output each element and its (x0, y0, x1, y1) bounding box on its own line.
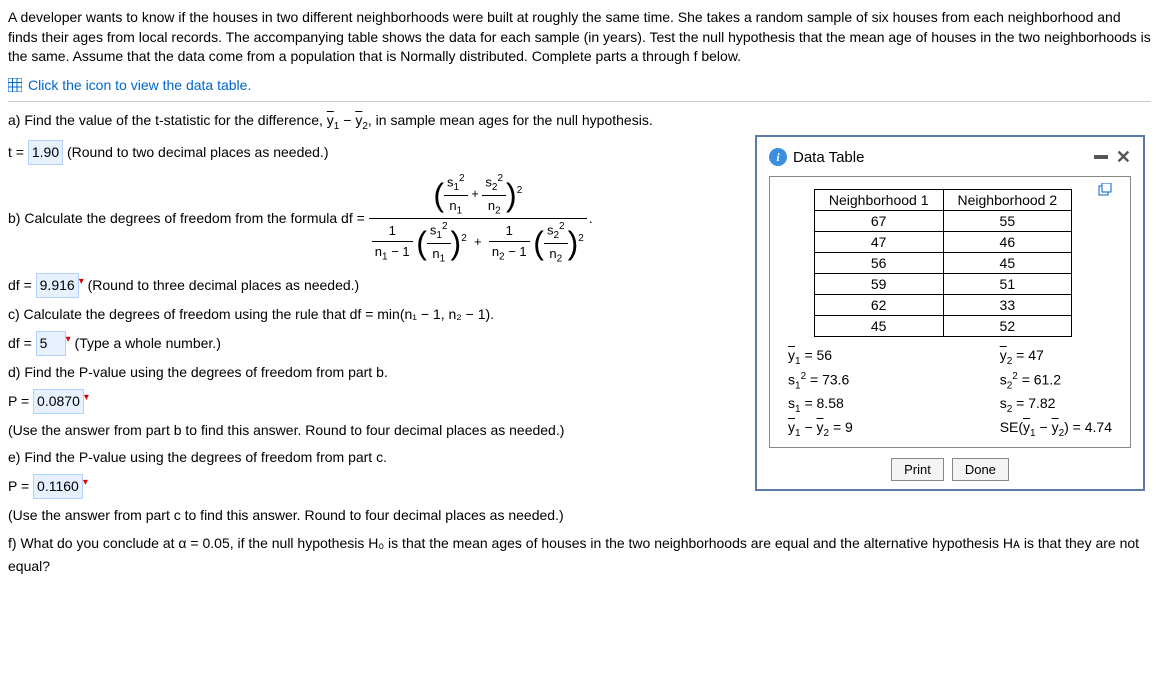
problem-intro: A developer wants to know if the houses … (8, 8, 1151, 67)
table-header: Neighborhood 1 (814, 189, 943, 210)
stat-value: s22 = 61.2 (1000, 371, 1112, 391)
part-b-answer-line: df = 9.916▾ (Round to three decimal plac… (8, 273, 748, 298)
validation-mark-icon: ▾ (66, 334, 71, 345)
part-f-prompt: f) What do you conclude at α = 0.05, if … (8, 532, 1151, 580)
table-row: 5951 (814, 273, 1071, 294)
part-b-prompt: b) Calculate the degrees of freedom from… (8, 171, 748, 267)
dialog-title: Data Table (793, 149, 864, 166)
df-b-input[interactable]: 9.916 (36, 273, 79, 298)
part-d-note: (Use the answer from part b to find this… (8, 420, 748, 441)
part-a-answer-line: t = 1.90 (Round to two decimal places as… (8, 140, 748, 165)
table-row: 6755 (814, 210, 1071, 231)
df-c-input[interactable]: 5 (36, 331, 66, 356)
part-c-answer-line: df = 5▾ (Type a whole number.) (8, 331, 748, 356)
validation-mark-icon: ▾ (83, 477, 88, 488)
stat-value: SE(y1 − y2) = 4.74 (1000, 419, 1112, 439)
table-row: 5645 (814, 252, 1071, 273)
part-e-note: (Use the answer from part c to find this… (8, 505, 1151, 526)
table-header: Neighborhood 2 (943, 189, 1072, 210)
stats-summary: y1 = 56 s12 = 73.6 s1 = 8.58 y1 − y2 = 9… (788, 347, 1112, 439)
view-data-link[interactable]: Click the icon to view the data table. (8, 77, 1151, 93)
minimize-icon[interactable] (1094, 155, 1108, 159)
part-a-prompt: a) Find the value of the t-statistic for… (8, 110, 748, 134)
part-d-answer-line: P = 0.0870▾ (8, 389, 748, 414)
data-table: Neighborhood 1 Neighborhood 2 6755 4746 … (814, 189, 1072, 337)
stat-value: y1 − y2 = 9 (788, 419, 853, 439)
done-button[interactable]: Done (952, 458, 1009, 481)
stat-value: s2 = 7.82 (1000, 395, 1112, 415)
stat-value: y2 = 47 (1000, 347, 1112, 367)
validation-mark-icon: ▾ (84, 392, 89, 403)
table-icon (8, 78, 22, 92)
stat-value: s12 = 73.6 (788, 371, 853, 391)
close-icon[interactable]: ✕ (1116, 147, 1131, 168)
info-icon: i (769, 148, 787, 166)
t-value-input[interactable]: 1.90 (28, 140, 63, 165)
table-row: 4552 (814, 315, 1071, 336)
part-d-prompt: d) Find the P-value using the degrees of… (8, 362, 748, 383)
p-d-input[interactable]: 0.0870 (33, 389, 84, 414)
part-e-prompt: e) Find the P-value using the degrees of… (8, 447, 748, 468)
p-e-input[interactable]: 0.1160 (33, 474, 83, 499)
view-data-label: Click the icon to view the data table. (28, 77, 251, 93)
popout-icon[interactable] (1098, 183, 1112, 197)
df-formula: (s12n1 + s22n2)2 1n1 − 1 (s12n1)2 + 1n2 … (369, 171, 593, 267)
table-row: 4746 (814, 231, 1071, 252)
print-button[interactable]: Print (891, 458, 944, 481)
stat-value: s1 = 8.58 (788, 395, 853, 415)
stat-value: y1 = 56 (788, 347, 853, 367)
validation-mark-icon: ▾ (79, 276, 84, 287)
part-c-prompt: c) Calculate the degrees of freedom usin… (8, 304, 748, 325)
table-row: 6233 (814, 294, 1071, 315)
data-table-dialog: i Data Table ✕ Neighborhood 1 Neighborho… (755, 135, 1145, 491)
